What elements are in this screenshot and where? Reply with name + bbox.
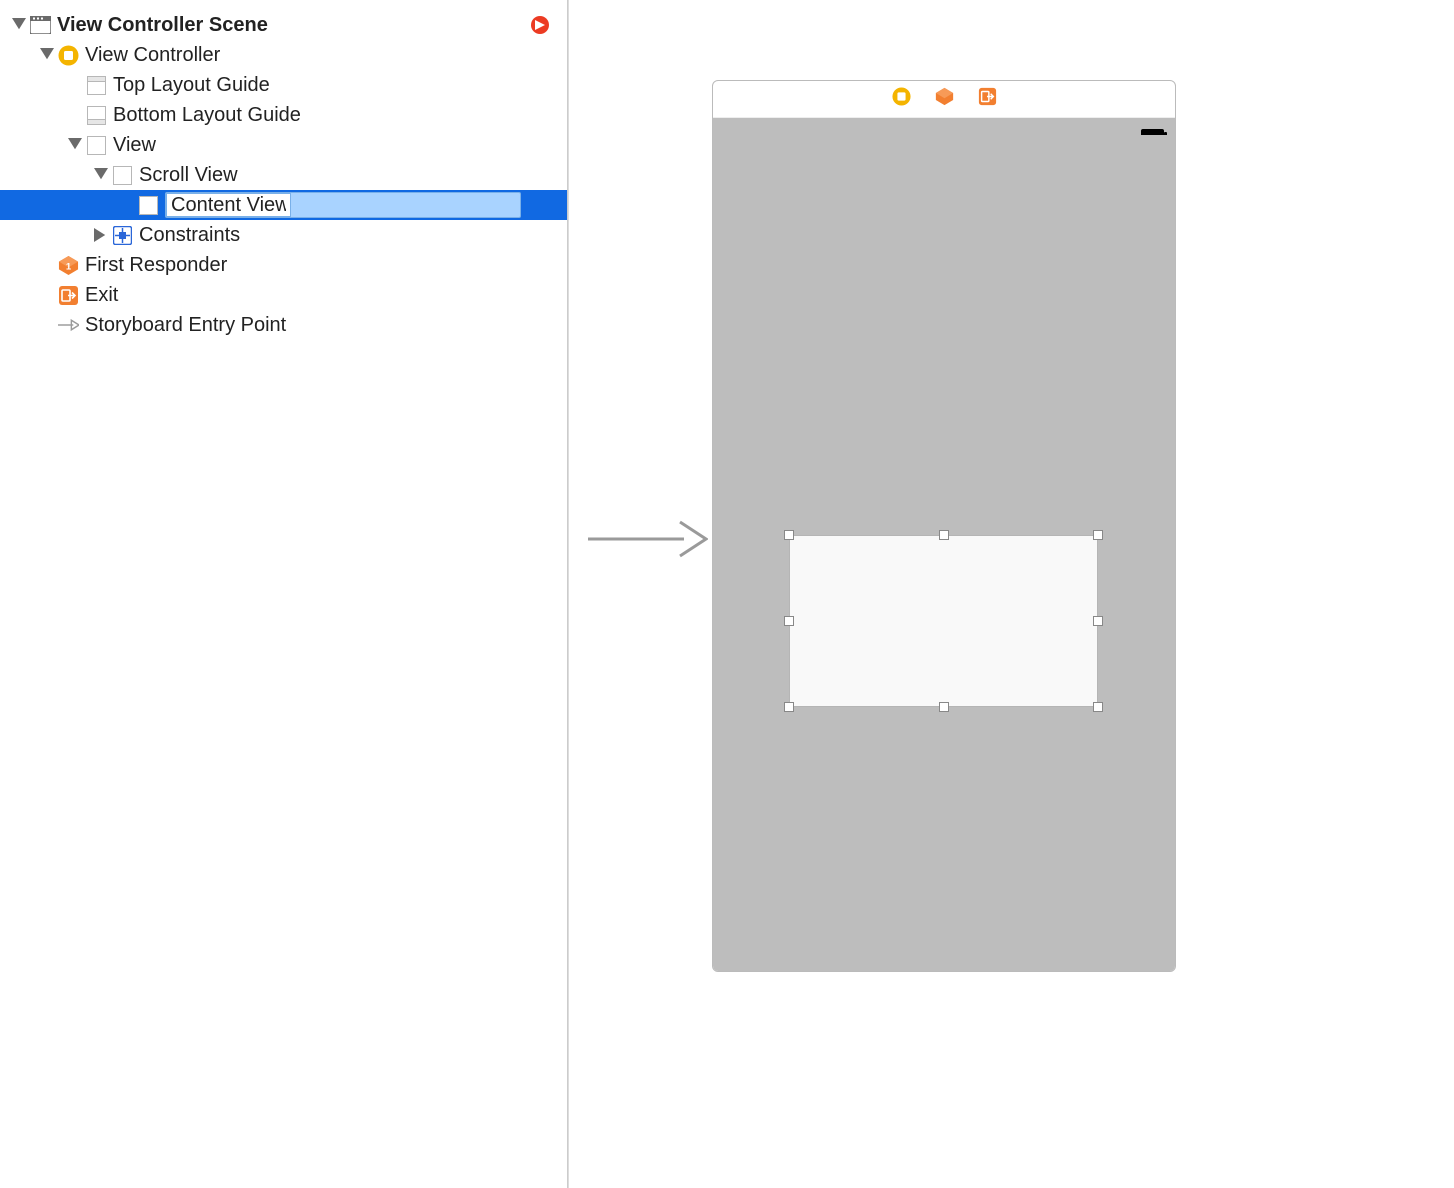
rename-input[interactable] <box>166 193 291 217</box>
disclosure-open-icon[interactable] <box>68 138 82 152</box>
row-content-view[interactable] <box>0 190 567 220</box>
resize-handle-top-left[interactable] <box>784 530 794 540</box>
exit-scene-icon[interactable] <box>978 87 997 112</box>
resize-handle-bottom-right[interactable] <box>1093 702 1103 712</box>
first-responder-scene-icon[interactable] <box>935 87 954 112</box>
view-controller-scene-icon[interactable] <box>892 87 911 112</box>
disclosure-closed-icon[interactable] <box>94 228 108 242</box>
view-icon <box>112 165 133 186</box>
disclosure-open-icon[interactable] <box>40 48 54 62</box>
view-icon <box>86 135 107 156</box>
first-responder-label: First Responder <box>85 254 227 277</box>
scene-title-bar[interactable] <box>713 81 1175 117</box>
outline-tree: View Controller Scene View Controller <box>0 0 567 340</box>
view-label: View <box>113 134 156 157</box>
row-first-responder[interactable]: 1 First Responder <box>0 250 567 280</box>
status-bar <box>713 117 1175 135</box>
canvas-panel <box>568 0 1454 1188</box>
layout-guide-icon <box>86 105 107 126</box>
svg-text:1: 1 <box>66 261 72 272</box>
rename-field-wrap <box>165 192 521 218</box>
resize-handle-top-right[interactable] <box>1093 530 1103 540</box>
bottom-layout-guide-label: Bottom Layout Guide <box>113 104 301 127</box>
scene-icon <box>30 15 51 36</box>
entry-point-arrow-icon <box>58 315 79 336</box>
entry-point-label: Storyboard Entry Point <box>85 314 286 337</box>
resize-handle-top-center[interactable] <box>939 530 949 540</box>
battery-icon <box>1141 122 1167 132</box>
row-bottom-layout-guide[interactable]: Bottom Layout Guide <box>0 100 567 130</box>
resize-handle-bottom-left[interactable] <box>784 702 794 712</box>
content-view-canvas[interactable] <box>789 535 1098 707</box>
resize-handle-bottom-center[interactable] <box>939 702 949 712</box>
resize-handle-middle-right[interactable] <box>1093 616 1103 626</box>
scene-canvas[interactable] <box>712 80 1176 972</box>
constraints-label: Constraints <box>139 224 240 247</box>
top-layout-guide-label: Top Layout Guide <box>113 74 270 97</box>
row-constraints[interactable]: Constraints <box>0 220 567 250</box>
row-view[interactable]: View <box>0 130 567 160</box>
exit-label: Exit <box>85 284 118 307</box>
view-controller-label: View Controller <box>85 44 220 67</box>
row-scene[interactable]: View Controller Scene <box>0 10 567 40</box>
document-outline-panel: View Controller Scene View Controller <box>0 0 568 1188</box>
storyboard-entry-arrow-icon[interactable] <box>588 516 708 568</box>
disclosure-open-icon[interactable] <box>94 168 108 182</box>
view-controller-icon <box>58 45 79 66</box>
row-exit[interactable]: Exit <box>0 280 567 310</box>
scene-label: View Controller Scene <box>57 14 268 37</box>
disclosure-open-icon[interactable] <box>12 18 26 32</box>
view-icon <box>138 195 159 216</box>
layout-guide-icon <box>86 75 107 96</box>
row-entry-point[interactable]: Storyboard Entry Point <box>0 310 567 340</box>
row-top-layout-guide[interactable]: Top Layout Guide <box>0 70 567 100</box>
error-badge-icon[interactable] <box>531 16 549 34</box>
first-responder-icon: 1 <box>58 255 79 276</box>
row-view-controller[interactable]: View Controller <box>0 40 567 70</box>
row-scroll-view[interactable]: Scroll View <box>0 160 567 190</box>
scroll-view-canvas[interactable] <box>713 135 1175 971</box>
scroll-view-label: Scroll View <box>139 164 238 187</box>
constraints-icon <box>112 225 133 246</box>
resize-handle-middle-left[interactable] <box>784 616 794 626</box>
exit-icon <box>58 285 79 306</box>
